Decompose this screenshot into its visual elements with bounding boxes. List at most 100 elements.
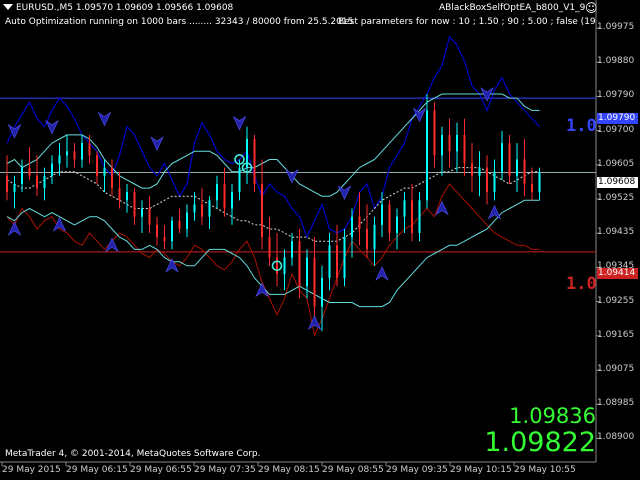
candle-body bbox=[351, 216, 353, 238]
candle-body bbox=[471, 163, 473, 176]
price-axis-label: 1.09975 bbox=[597, 22, 635, 32]
down-arrow-icon bbox=[232, 115, 247, 131]
candle-body bbox=[283, 257, 286, 274]
candle bbox=[6, 155, 8, 201]
candle bbox=[66, 134, 68, 168]
lower-envelope-line bbox=[6, 199, 540, 308]
candle-body bbox=[163, 237, 166, 242]
upper-channel-line bbox=[6, 35, 540, 239]
candle-body bbox=[366, 228, 368, 250]
candle bbox=[96, 151, 98, 184]
optimization-status: Auto Optimization running on 1000 bars .… bbox=[5, 17, 354, 27]
bid-quote: 1.09822 bbox=[484, 427, 596, 458]
candle bbox=[73, 143, 76, 168]
candle bbox=[418, 192, 421, 242]
price-axis-label: 1.09255 bbox=[597, 295, 635, 306]
time-axis-label: 29 May 06:15 bbox=[66, 465, 128, 475]
lower-level-label: 1.0 bbox=[566, 274, 597, 294]
candle-body bbox=[508, 143, 511, 176]
time-axis-label: 29 May 10:55 bbox=[514, 465, 576, 475]
candle bbox=[223, 167, 226, 217]
up-arrow-icon bbox=[255, 282, 269, 298]
price-axis-label: 1.09075 bbox=[597, 364, 635, 374]
candle bbox=[478, 151, 481, 197]
candle bbox=[426, 94, 428, 209]
candle-body bbox=[111, 167, 113, 189]
candle bbox=[186, 204, 188, 238]
candle-body bbox=[223, 183, 226, 209]
candle-body bbox=[328, 245, 331, 279]
candle bbox=[246, 126, 248, 184]
candle bbox=[201, 188, 203, 225]
time-axis-label: 29 May 08:15 bbox=[258, 465, 320, 475]
price-tag-lower: 1.09414 bbox=[597, 268, 638, 279]
candle-body bbox=[448, 134, 451, 152]
candle bbox=[178, 208, 181, 234]
candle-body bbox=[21, 167, 23, 184]
candle-body bbox=[411, 200, 413, 234]
candle-body bbox=[313, 257, 316, 307]
price-axis-label: 1.09605 bbox=[597, 158, 635, 169]
candle-body bbox=[276, 257, 278, 274]
down-arrow-icon bbox=[150, 136, 164, 151]
candle-body bbox=[186, 212, 188, 229]
candle-body bbox=[463, 134, 466, 164]
candle bbox=[126, 183, 128, 213]
candle-body bbox=[381, 204, 383, 225]
symbol-info: EURUSD.,M5 1.09570 1.09609 1.09566 1.096… bbox=[16, 3, 234, 13]
ask-quote: 1.09836 bbox=[509, 404, 596, 428]
candle bbox=[381, 192, 383, 238]
up-arrow-icon bbox=[7, 221, 22, 236]
candle bbox=[133, 188, 136, 225]
time-axis-label: 29 May 09:35 bbox=[386, 465, 448, 475]
candle-body bbox=[201, 204, 203, 217]
price-axis-label: 1.09700 bbox=[597, 124, 635, 135]
candle-body bbox=[28, 167, 31, 176]
candle bbox=[111, 159, 113, 197]
candle-body bbox=[51, 163, 53, 176]
price-axis-label: 1.09165 bbox=[597, 329, 635, 340]
candle bbox=[493, 159, 496, 201]
candle-body bbox=[66, 151, 68, 156]
price-axis-label: 1.09790 bbox=[597, 90, 635, 101]
time-axis-label: 29 May 08:55 bbox=[322, 465, 384, 475]
candle-body bbox=[531, 183, 533, 193]
candle-body bbox=[403, 200, 406, 217]
candle-body bbox=[141, 208, 143, 217]
candle-body bbox=[426, 110, 428, 201]
candle bbox=[238, 159, 241, 201]
candle bbox=[283, 249, 286, 291]
chart-menu-dropdown-icon[interactable] bbox=[3, 4, 13, 10]
candle-body bbox=[456, 134, 458, 152]
candle-body bbox=[478, 167, 481, 176]
candle bbox=[433, 102, 436, 168]
candle bbox=[81, 134, 83, 168]
upper-level-label: 1.0 bbox=[566, 116, 597, 136]
candle-body bbox=[291, 241, 293, 258]
candle-body bbox=[178, 220, 181, 229]
ea-name[interactable]: ABlackBoxSelfOptEA_b800_V1_9 bbox=[439, 3, 585, 13]
candle-body bbox=[523, 159, 526, 184]
price-axis-label: 1.08900 bbox=[597, 432, 635, 443]
candle-body bbox=[396, 216, 398, 234]
candle-body bbox=[231, 192, 233, 209]
upper-envelope-line bbox=[6, 93, 540, 197]
time-axis-label: 29 May 07:35 bbox=[194, 465, 256, 475]
candle bbox=[36, 155, 38, 197]
candle bbox=[448, 118, 451, 168]
candle-body bbox=[58, 155, 61, 164]
candle bbox=[516, 143, 518, 193]
price-tag-upper: 1.09790 bbox=[597, 113, 638, 124]
candle bbox=[231, 183, 233, 225]
down-arrow-icon bbox=[45, 119, 59, 135]
candle-body bbox=[88, 143, 91, 156]
candle-body bbox=[306, 257, 308, 287]
candle bbox=[388, 200, 391, 242]
candle-body bbox=[321, 278, 323, 307]
candle-body bbox=[268, 237, 271, 258]
candle-body bbox=[36, 175, 38, 189]
candle bbox=[471, 143, 473, 193]
candle bbox=[523, 139, 526, 197]
best-parameters: Best parameters for now : 10 ; 1.50 ; 90… bbox=[338, 17, 596, 27]
candle-body bbox=[43, 175, 46, 189]
